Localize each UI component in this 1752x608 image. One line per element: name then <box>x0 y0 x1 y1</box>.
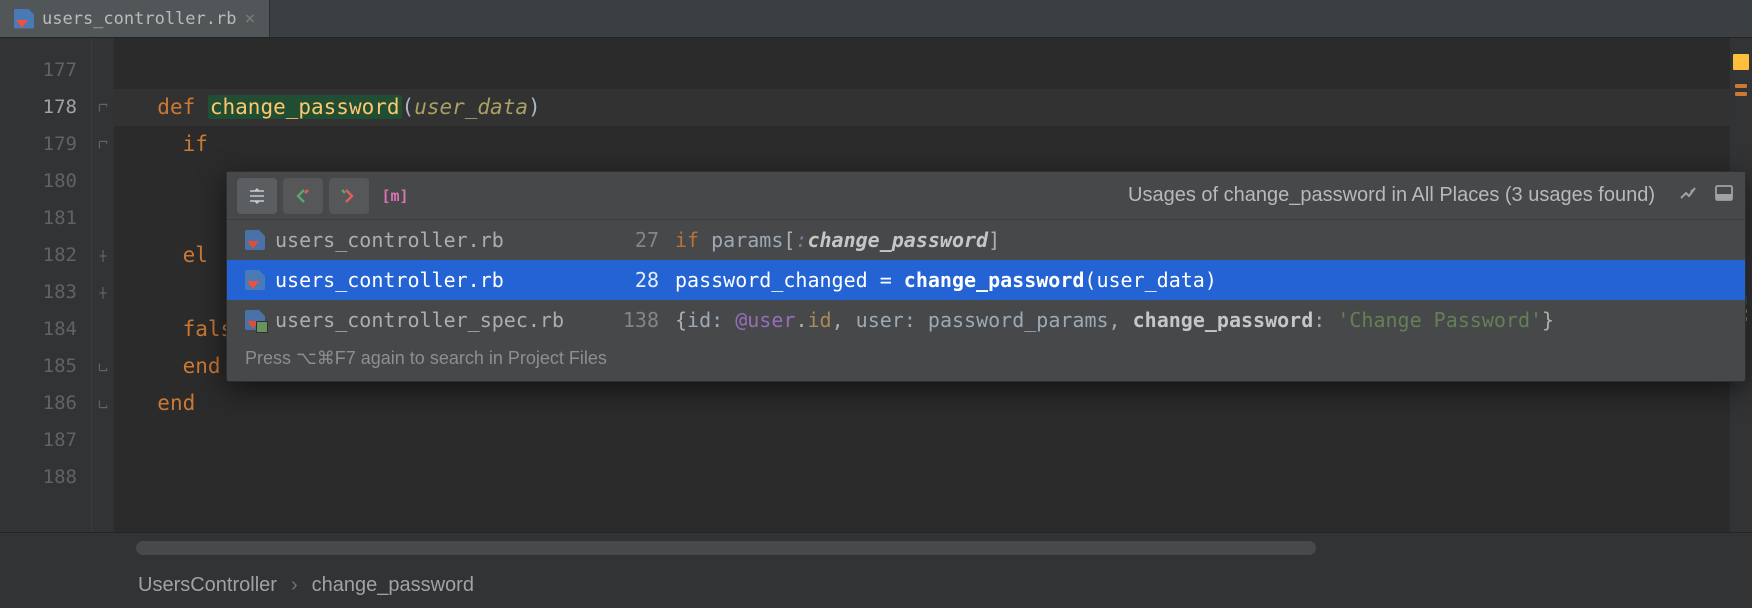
code-line <box>114 422 1730 459</box>
usage-snippet: password_changed = change_password(user_… <box>675 268 1727 292</box>
line-number[interactable]: 177 <box>0 52 91 89</box>
marker[interactable] <box>1735 92 1747 96</box>
paren: ) <box>528 95 541 119</box>
method-name: change_password <box>208 95 402 119</box>
usages-list: users_controller.rb 27 if params[:change_p… <box>227 220 1745 340</box>
code-line <box>114 459 1730 496</box>
usages-popup-tools <box>1671 182 1735 209</box>
fold-handle <box>92 311 114 348</box>
breadcrumb-item[interactable]: UsersController <box>138 574 277 597</box>
fold-handle <box>92 163 114 200</box>
line-number[interactable]: 179 <box>0 126 91 163</box>
ide-window: users_controller.rb × 177178179180181182… <box>0 0 1752 608</box>
fold-handle[interactable] <box>92 237 114 274</box>
tab-bar: users_controller.rb × <box>0 0 1752 38</box>
line-number-gutter: 177178179180181182183184185186187188 <box>0 38 92 532</box>
fold-handle <box>92 422 114 459</box>
keyword-end: end <box>183 354 221 378</box>
method-filter-icon: [m] <box>381 187 408 205</box>
fold-gutter <box>92 38 114 532</box>
fold-handle <box>92 200 114 237</box>
code-line-current: def change_password(user_data) <box>114 89 1730 126</box>
usage-filename: users_controller.rb <box>275 228 504 252</box>
line-number[interactable]: 187 <box>0 422 91 459</box>
usages-popup-header: [m] Usages of change_password in All Pla… <box>227 172 1745 220</box>
fold-handle[interactable] <box>92 348 114 385</box>
usages-popup: [m] Usages of change_password in All Pla… <box>226 171 1746 382</box>
horizontal-scrollbar[interactable] <box>136 541 1316 555</box>
usage-line-number: 27 <box>621 228 659 252</box>
chevron-right-icon: › <box>291 574 298 597</box>
usage-row[interactable]: users_controller_spec.rb 138 {id: @user.id… <box>227 300 1745 340</box>
inspection-marker-icon[interactable] <box>1733 54 1749 70</box>
fold-handle[interactable] <box>92 126 114 163</box>
ruby-spec-file-icon <box>245 310 265 330</box>
usage-file: users_controller.rb <box>245 228 605 252</box>
expand-all-button[interactable] <box>237 178 277 214</box>
editor-bottom: UsersController › change_password <box>0 532 1752 608</box>
keyword-end: end <box>157 391 195 415</box>
line-number[interactable]: 188 <box>0 459 91 496</box>
usages-popup-title: Usages of change_password in All Places … <box>421 184 1665 207</box>
line-number[interactable]: 185 <box>0 348 91 385</box>
horizontal-scroll-area <box>0 533 1752 563</box>
usage-snippet: if params[:change_password] <box>675 228 1727 252</box>
close-icon[interactable]: × <box>244 8 255 29</box>
next-occurrence-button[interactable] <box>329 178 369 214</box>
code-line: if <box>114 126 1730 163</box>
line-number[interactable]: 182 <box>0 237 91 274</box>
paren: ( <box>402 95 415 119</box>
code-line <box>114 52 1730 89</box>
usage-file: users_controller_spec.rb <box>245 308 605 332</box>
ruby-file-icon <box>245 230 265 250</box>
editor-tab[interactable]: users_controller.rb × <box>0 0 270 37</box>
keyword-def: def <box>157 95 208 119</box>
fold-handle <box>92 52 114 89</box>
usage-line-number: 28 <box>621 268 659 292</box>
usage-filename: users_controller.rb <box>275 268 504 292</box>
line-number[interactable]: 186 <box>0 385 91 422</box>
breadcrumb-item[interactable]: change_password <box>312 574 474 597</box>
fold-handle[interactable] <box>92 89 114 126</box>
ruby-file-icon <box>14 9 34 29</box>
prev-occurrence-button[interactable] <box>283 178 323 214</box>
expand-icon <box>247 186 267 206</box>
ruby-file-icon <box>245 270 265 290</box>
arrow-next-icon <box>339 186 359 206</box>
line-number[interactable]: 178 <box>0 89 91 126</box>
code-line: end <box>114 385 1730 422</box>
arrow-prev-icon <box>293 186 313 206</box>
filter-method-button[interactable]: [m] <box>375 178 415 214</box>
marker[interactable] <box>1735 84 1747 88</box>
usage-line-number: 138 <box>621 308 659 332</box>
settings-icon[interactable] <box>1677 182 1699 209</box>
usage-file: users_controller.rb <box>245 268 605 292</box>
breadcrumb[interactable]: UsersController › change_password <box>0 563 1752 608</box>
line-number[interactable]: 180 <box>0 163 91 200</box>
usage-row[interactable]: users_controller.rb 27 if params[:change_p… <box>227 220 1745 260</box>
parameter: user_data <box>414 95 528 119</box>
usage-row[interactable]: users_controller.rb 28 password_changed = … <box>227 260 1745 300</box>
open-toolwindow-icon[interactable] <box>1713 182 1735 209</box>
usage-filename: users_controller_spec.rb <box>275 308 564 332</box>
line-number[interactable]: 184 <box>0 311 91 348</box>
fold-handle[interactable] <box>92 274 114 311</box>
keyword-if: if <box>183 132 208 156</box>
line-number[interactable]: 181 <box>0 200 91 237</box>
fold-handle <box>92 459 114 496</box>
keyword-else: el <box>183 243 208 267</box>
usage-snippet: {id: @user.id, user: password_params, ch… <box>675 308 1727 332</box>
tab-filename: users_controller.rb <box>42 9 236 29</box>
usages-popup-footer: Press ⌥⌘F7 again to search in Project Fi… <box>227 340 1745 381</box>
editor-area: 177178179180181182183184185186187188 def… <box>0 38 1752 532</box>
line-number[interactable]: 183 <box>0 274 91 311</box>
fold-handle[interactable] <box>92 385 114 422</box>
